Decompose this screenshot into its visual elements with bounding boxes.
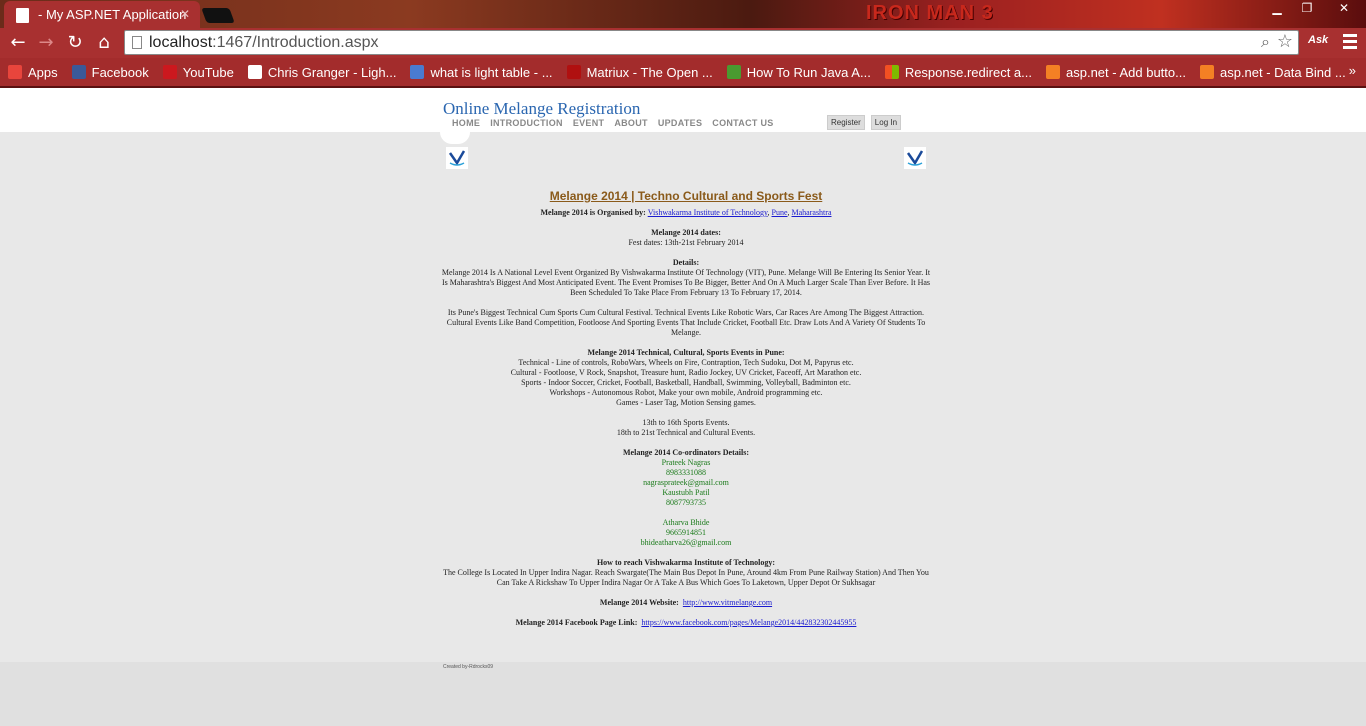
main-content: Melange 2014 | Techno Cultural and Sport… (440, 188, 932, 628)
page-heading[interactable]: Melange 2014 | Techno Cultural and Sport… (440, 188, 932, 204)
events-label: Melange 2014 Technical, Cultural, Sports… (587, 348, 785, 357)
theme-banner-text: IRON MAN 3 (866, 2, 994, 24)
tab-strip: - My ASP.NET Application ✕ IRON MAN 3 ▁ … (0, 0, 1366, 29)
footer (0, 662, 1366, 726)
nav-event[interactable]: EVENT (573, 118, 605, 128)
dates-label: Melange 2014 dates: (651, 228, 721, 237)
stackoverflow-icon (1199, 65, 1214, 79)
url-host: localhost (149, 34, 213, 51)
tab-active[interactable]: - My ASP.NET Application ✕ (4, 1, 200, 29)
event-games: Games - Laser Tag, Motion Sensing games. (616, 398, 756, 407)
address-bar[interactable]: localhost:1467/Introduction.aspx ⌕ ☆ (124, 30, 1299, 55)
bookmarks-bar: Apps Facebook YouTube Chris Granger - Li… (0, 58, 1366, 86)
coordinator-phone: 8983331088 (666, 468, 706, 477)
window-close-icon[interactable]: ✕ (1322, 0, 1366, 18)
details-paragraph-2: Its Pune's Biggest Technical Cum Sports … (446, 308, 926, 337)
city-link[interactable]: Pune (772, 208, 788, 217)
coordinators-label: Melange 2014 Co-ordinators Details: (623, 448, 749, 457)
search-icon[interactable]: ⌕ (1261, 32, 1270, 52)
nav-updates[interactable]: UPDATES (658, 118, 702, 128)
java-icon (726, 65, 741, 79)
youtube-icon (162, 65, 177, 79)
google-icon (410, 65, 425, 79)
schedule-sports: 13th to 16th Sports Events. (642, 418, 730, 427)
url-path: :1467/Introduction.aspx (212, 34, 379, 51)
auth-links: Register Log In (827, 115, 902, 130)
browser-chrome: - My ASP.NET Application ✕ IRON MAN 3 ▁ … (0, 0, 1366, 88)
matriux-icon (566, 65, 581, 79)
reach-text: The College Is Located In Upper Indira N… (443, 568, 929, 587)
ask-extension-icon[interactable]: Ask (1308, 34, 1328, 46)
facebook-link[interactable]: https://www.facebook.com/pages/Melange20… (641, 618, 856, 627)
coordinator-email: nagrasprateek@gmail.com (643, 478, 729, 487)
event-technical: Technical - Line of controls, RoboWars, … (518, 358, 854, 367)
coordinator-name: Prateek Nagras (661, 458, 711, 467)
site-header: Online Melange Registration HOME INTRODU… (0, 88, 1366, 132)
bookmark-light-table[interactable]: what is light table - ... (410, 65, 553, 80)
melange-logo-right (904, 147, 926, 169)
event-sports: Sports - Indoor Soccer, Cricket, Footbal… (521, 378, 851, 387)
browser-toolbar: ← → ↻ ⌂ localhost:1467/Introduction.aspx… (0, 28, 1366, 58)
tab-close-icon[interactable]: ✕ (180, 7, 190, 21)
microsoft-icon (884, 65, 899, 79)
details-label: Details: (672, 258, 700, 267)
facebook-line: Melange 2014 Facebook Page Link: https:/… (515, 618, 857, 627)
menu-icon[interactable] (1343, 34, 1357, 50)
created-by-text: Created by-Rdrocks09 (443, 664, 494, 670)
back-icon[interactable]: ← (6, 32, 30, 54)
nav-introduction[interactable]: INTRODUCTION (490, 118, 563, 128)
site-title: Online Melange Registration (443, 99, 641, 118)
coordinator-name: Atharva Bhide (662, 518, 710, 527)
bookmark-add-button[interactable]: asp.net - Add butto... (1046, 65, 1186, 80)
stackoverflow-icon (1046, 65, 1060, 79)
nav-notch (440, 132, 470, 144)
site-nav: HOME INTRODUCTION EVENT ABOUT UPDATES CO… (452, 118, 774, 128)
coordinator-phone: 9665914851 (666, 528, 706, 537)
event-workshops: Workshops - Autonomous Robot, Make your … (549, 388, 823, 397)
home-icon[interactable]: ⌂ (92, 32, 116, 54)
page-icon (16, 8, 29, 23)
page-icon (132, 36, 142, 49)
tab-title: - My ASP.NET Application (38, 7, 187, 22)
details-paragraph-1: Melange 2014 Is A National Level Event O… (441, 268, 931, 297)
reach-label: How to reach Vishwakarma Institute of Te… (596, 558, 776, 567)
apps-grid-icon (8, 65, 22, 79)
register-link[interactable]: Register (827, 115, 865, 130)
event-cultural: Cultural - Footloose, V Rock, Snapshot, … (510, 368, 862, 377)
bookmark-chris-granger[interactable]: Chris Granger - Ligh... (247, 65, 396, 80)
page-icon (247, 65, 262, 79)
nav-home[interactable]: HOME (452, 118, 480, 128)
nav-contact-us[interactable]: CONTACT US (712, 118, 773, 128)
coordinator-name: Kaustubh Patil (662, 488, 710, 497)
restore-icon[interactable]: ❐ (1292, 0, 1322, 18)
bookmark-apps[interactable]: Apps (8, 65, 58, 80)
melange-logo-left (446, 147, 468, 169)
bookmark-youtube[interactable]: YouTube (162, 65, 234, 80)
organised-line: Melange 2014 is Organised by: Vishwakarm… (540, 208, 832, 217)
minimize-icon[interactable]: ▁ (1262, 0, 1292, 18)
facebook-icon (71, 65, 86, 79)
coordinator-email: bhideatharva26@gmail.com (640, 538, 732, 547)
coordinator-phone: 8087793735 (666, 498, 706, 507)
new-tab-button[interactable] (201, 8, 235, 23)
org-link[interactable]: Vishwakarma Institute of Technology (648, 208, 768, 217)
website-link[interactable]: http://www.vitmelange.com (683, 598, 772, 607)
bookmark-matriux[interactable]: Matriux - The Open ... (566, 65, 713, 80)
bookmark-data-bind[interactable]: asp.net - Data Bind ... (1199, 65, 1346, 80)
window-controls: ▁ ❐ ✕ (1262, 0, 1366, 18)
bookmark-star-icon[interactable]: ☆ (1277, 31, 1293, 52)
bookmark-response-redirect[interactable]: Response.redirect a... (884, 65, 1032, 80)
bookmarks-overflow-icon[interactable]: » (1349, 63, 1356, 78)
nav-about[interactable]: ABOUT (614, 118, 648, 128)
dates-value: Fest dates: 13th-21st February 2014 (628, 238, 744, 247)
state-link[interactable]: Maharashtra (792, 208, 832, 217)
website-line: Melange 2014 Website: http://www.vitmela… (599, 598, 773, 607)
web-page: Online Melange Registration HOME INTRODU… (0, 88, 1366, 726)
bookmark-run-java[interactable]: How To Run Java A... (726, 65, 871, 80)
login-link[interactable]: Log In (870, 115, 902, 130)
reload-icon[interactable]: ↻ (63, 32, 87, 54)
forward-icon[interactable]: → (34, 32, 58, 54)
bookmark-facebook[interactable]: Facebook (71, 65, 149, 80)
schedule-technical: 18th to 21st Technical and Cultural Even… (616, 428, 756, 437)
